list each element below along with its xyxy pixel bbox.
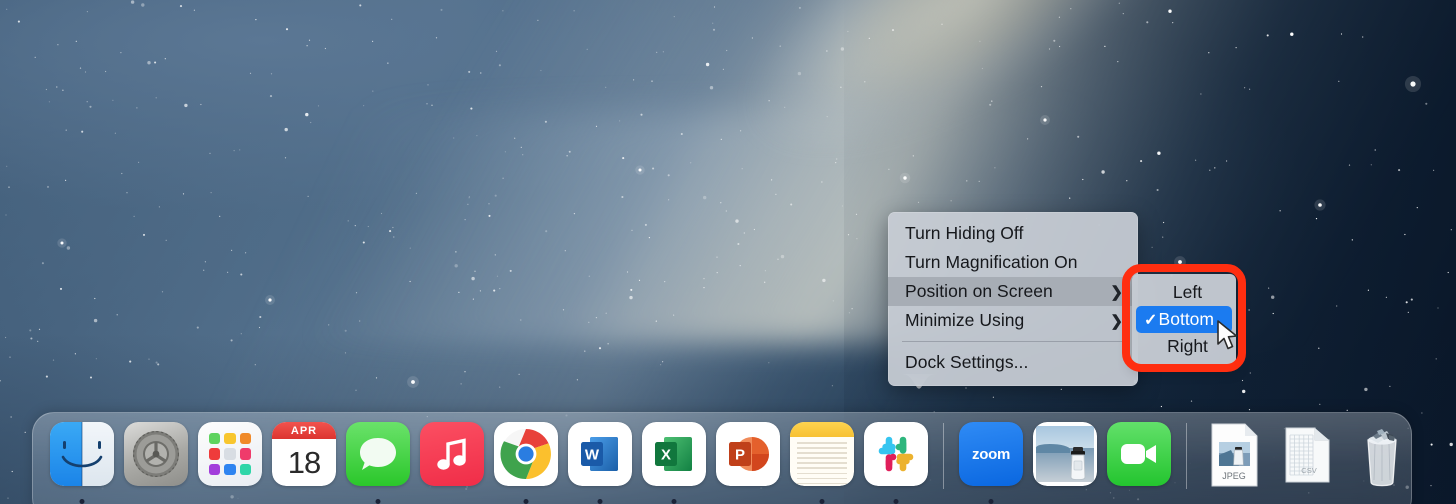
dock-item-zoom[interactable]: zoom: [954, 422, 1028, 504]
zoom-icon: zoom: [959, 422, 1023, 486]
macos-dock[interactable]: APR 18: [32, 412, 1412, 504]
notes-icon: [790, 422, 854, 486]
dock-item-word[interactable]: W: [563, 422, 637, 504]
calendar-icon: APR 18: [272, 422, 336, 486]
dock-item-powerpoint[interactable]: P: [711, 422, 785, 504]
running-indicator-dot: [989, 499, 994, 504]
menu-item-label: Position on Screen: [905, 281, 1110, 302]
menu-item-label: Turn Magnification On: [905, 252, 1124, 273]
running-indicator-dot: [672, 499, 677, 504]
slack-icon: [864, 422, 928, 486]
dock-item-jpeg-file[interactable]: JPEG: [1197, 422, 1271, 504]
menu-item-label: Turn Hiding Off: [905, 223, 1124, 244]
dock-app-group[interactable]: APR 18: [45, 422, 1419, 504]
submenu-item-label: Left: [1161, 282, 1226, 303]
dock-item-finder[interactable]: [45, 422, 119, 504]
svg-text:CSV: CSV: [1301, 466, 1316, 475]
menu-separator: [902, 341, 1124, 342]
csv-file-icon: CSV: [1279, 422, 1337, 488]
menu-item-label: Dock Settings...: [905, 352, 1124, 373]
gear-icon: [124, 422, 188, 486]
dock-item-launchpad[interactable]: [193, 422, 267, 504]
launchpad-icon: [198, 422, 262, 486]
svg-text:X: X: [661, 447, 671, 464]
dock-item-notes[interactable]: [785, 422, 859, 504]
jpeg-file-icon: JPEG: [1205, 422, 1263, 488]
chrome-icon: [494, 422, 558, 486]
facetime-icon: [1107, 422, 1171, 486]
trash-full-icon: [1353, 422, 1411, 488]
menu-item-turn-magnification-on[interactable]: Turn Magnification On: [888, 248, 1138, 277]
dock-item-csv-file[interactable]: CSV: [1271, 422, 1345, 504]
running-indicator-dot: [820, 499, 825, 504]
dock-item-preview[interactable]: [1028, 422, 1102, 504]
dock-context-menu[interactable]: Turn Hiding Off Turn Magnification On Po…: [888, 212, 1138, 386]
running-indicator-dot: [80, 499, 85, 504]
running-indicator-dot: [598, 499, 603, 504]
arrow-cursor: [1215, 320, 1241, 352]
menu-item-label: Minimize Using: [905, 310, 1110, 331]
chevron-right-icon: ❯: [1110, 283, 1123, 301]
menu-item-minimize-using[interactable]: Minimize Using ❯: [888, 306, 1138, 335]
checkmark-icon: ✓: [1144, 310, 1159, 330]
dock-item-slack[interactable]: [859, 422, 933, 504]
dock-item-chrome[interactable]: [489, 422, 563, 504]
running-indicator-dot: [524, 499, 529, 504]
music-note-icon: [420, 422, 484, 486]
menu-item-turn-hiding-off[interactable]: Turn Hiding Off: [888, 219, 1138, 248]
powerpoint-icon: P: [716, 422, 780, 486]
dock-item-excel[interactable]: X: [637, 422, 711, 504]
dock-item-facetime[interactable]: [1102, 422, 1176, 504]
word-icon: W: [568, 422, 632, 486]
messages-icon: [346, 422, 410, 486]
dock-item-messages[interactable]: [341, 422, 415, 504]
dock-item-music[interactable]: [415, 422, 489, 504]
menu-item-position-on-screen[interactable]: Position on Screen ❯: [888, 277, 1138, 306]
submenu-item-left[interactable]: Left: [1136, 279, 1232, 306]
dock-item-system-settings[interactable]: [119, 422, 193, 504]
menu-item-dock-settings[interactable]: Dock Settings...: [888, 348, 1138, 377]
running-indicator-dot: [894, 499, 899, 504]
dock-item-calendar[interactable]: APR 18: [267, 422, 341, 504]
svg-text:W: W: [585, 447, 600, 464]
svg-text:P: P: [735, 447, 745, 464]
running-indicator-dot: [376, 499, 381, 504]
excel-icon: X: [642, 422, 706, 486]
preview-icon: [1033, 422, 1097, 486]
finder-icon: [50, 422, 114, 486]
chevron-right-icon: ❯: [1110, 312, 1123, 330]
svg-text:JPEG: JPEG: [1222, 471, 1246, 481]
dock-separator: [1186, 423, 1187, 489]
dock-item-trash[interactable]: [1345, 422, 1419, 504]
dock-separator: [943, 423, 944, 489]
